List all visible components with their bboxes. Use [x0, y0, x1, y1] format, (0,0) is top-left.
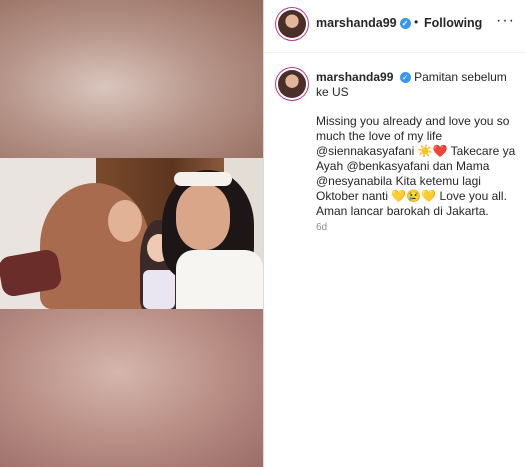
caption-line: Missing you already and love you so [316, 114, 510, 128]
caption-line: much the love of my life [316, 129, 443, 143]
post-photo [0, 158, 263, 309]
caption: marshanda99 ✓ Pamitan sebelum ke US Miss… [316, 70, 516, 219]
caption-line: @siennakasyafani ☀️❤️ Takecare ya [316, 144, 516, 158]
caption-line: Ayah @benkasyafani dan Mama [316, 159, 490, 173]
following-button[interactable]: Following [424, 16, 482, 30]
caption-line: Aman lancar barokah di Jakarta. [316, 204, 489, 218]
header-username[interactable]: marshanda99 ✓ [316, 16, 411, 30]
post-header: marshanda99 ✓ • Following ··· [264, 0, 525, 53]
separator-dot: • [414, 15, 419, 29]
caption-avatar[interactable] [278, 70, 306, 98]
caption-line: @nesyanabila Kita ketemu lagi [316, 174, 481, 188]
blurred-background-bottom [0, 309, 263, 467]
post-side-panel: marshanda99 ✓ • Following ··· marshanda99… [264, 0, 525, 467]
post-timestamp[interactable]: 6d [316, 222, 327, 233]
username-text[interactable]: marshanda99 [316, 16, 397, 30]
verified-icon: ✓ [399, 72, 411, 84]
more-options-icon[interactable]: ··· [496, 12, 515, 30]
post-media[interactable] [0, 0, 263, 467]
caption-username[interactable]: marshanda99 [316, 70, 393, 84]
caption-line: Oktober nanti 💛😢💛 Love you all. [316, 189, 507, 203]
avatar[interactable] [278, 10, 306, 38]
blurred-background-top [0, 0, 263, 158]
instagram-post: marshanda99 ✓ • Following ··· marshanda99… [0, 0, 525, 467]
verified-icon: ✓ [399, 18, 411, 30]
